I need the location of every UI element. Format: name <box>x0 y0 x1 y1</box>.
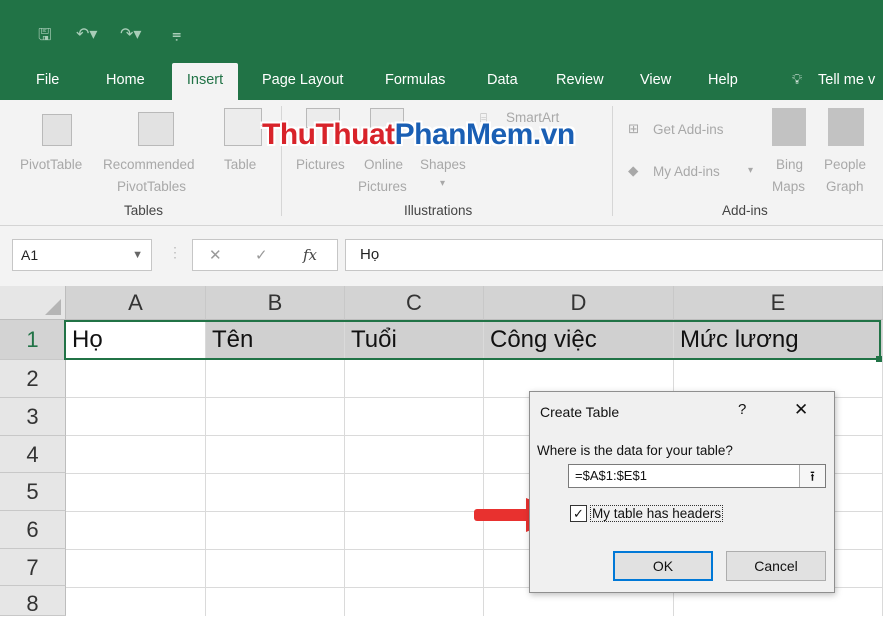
column-header-c[interactable]: C <box>345 286 484 320</box>
help-button[interactable]: ? <box>738 401 746 418</box>
formula-input[interactable]: Họ <box>345 239 883 271</box>
column-header-b[interactable]: B <box>206 286 345 320</box>
cancel-button[interactable]: Cancel <box>726 551 826 581</box>
bing-maps-button[interactable]: Bing <box>776 154 803 175</box>
enter-icon[interactable]: ✓ <box>255 246 268 264</box>
get-addins-icon[interactable]: ⊞ <box>628 119 639 140</box>
column-c-cells[interactable] <box>345 360 484 616</box>
watermark-part: Thu <box>262 118 316 151</box>
column-header-a[interactable]: A <box>66 286 206 320</box>
cell-e1[interactable]: Mức lương <box>674 320 883 360</box>
name-box-value: A1 <box>21 247 39 263</box>
row-header-5[interactable]: 5 <box>0 473 66 511</box>
watermark-part: Mem <box>466 118 533 151</box>
tab-data[interactable]: Data <box>481 60 524 100</box>
row-header-6[interactable]: 6 <box>0 511 66 549</box>
pivottable-button[interactable]: PivotTable <box>20 154 82 175</box>
title-bar: 🖫 ↶▾ ↷▾ ⩦ <box>0 0 883 60</box>
tab-view[interactable]: View <box>634 60 677 100</box>
has-headers-label[interactable]: My table has headers <box>590 505 724 522</box>
column-header-e[interactable]: E <box>674 286 883 320</box>
tab-file[interactable]: File <box>30 60 65 100</box>
people-graph-label: Graph <box>826 179 864 194</box>
tab-review[interactable]: Review <box>550 60 610 100</box>
people-graph-button[interactable]: People <box>824 154 866 175</box>
row-header-8[interactable]: 8 <box>0 586 66 616</box>
select-all-button[interactable] <box>0 286 66 320</box>
my-addins-dropdown-icon[interactable]: ▾ <box>748 160 753 181</box>
tab-help[interactable]: Help <box>702 60 744 100</box>
pivottable-icon[interactable] <box>42 114 72 146</box>
cell-c1[interactable]: Tuổi <box>345 320 484 360</box>
chevron-down-icon[interactable]: ▼ <box>132 240 143 270</box>
row-header-2[interactable]: 2 <box>0 360 66 398</box>
tab-insert[interactable]: Insert <box>172 63 238 100</box>
my-addins-icon[interactable]: ◆ <box>628 161 638 182</box>
watermark-part: Phan <box>394 118 467 151</box>
watermark-logo: ThuThuatPhanMem.vn <box>262 118 575 152</box>
column-a-cells[interactable] <box>66 360 206 616</box>
create-table-dialog: Create Table ? ✕ Where is the data for y… <box>529 391 835 593</box>
my-addins-button[interactable]: My Add-ins <box>653 161 720 182</box>
shapes-button[interactable]: Shapes <box>420 154 466 175</box>
tab-formulas[interactable]: Formulas <box>379 60 451 100</box>
redo-icon[interactable]: ↷▾ <box>120 24 141 43</box>
row-header-4[interactable]: 4 <box>0 436 66 473</box>
watermark-part: .vn <box>532 118 575 151</box>
formula-bar: A1 ▼ ⋮ ✕ ✓ fx Họ <box>0 226 883 286</box>
ok-button[interactable]: OK <box>613 551 713 581</box>
group-tables-label: Tables <box>124 203 164 218</box>
row-header-7[interactable]: 7 <box>0 549 66 586</box>
cell-d1[interactable]: Công việc <box>484 320 674 360</box>
insert-function-icon[interactable]: fx <box>303 246 317 264</box>
collapse-dialog-icon[interactable]: ⭱ <box>799 465 825 487</box>
people-graph-icon[interactable] <box>828 108 864 146</box>
tab-tell-me[interactable]: Tell me v <box>812 60 881 100</box>
recommended-pivottables-label: PivotTables <box>117 179 187 194</box>
data-range-prompt: Where is the data for your table? <box>537 443 733 458</box>
bing-maps-label: Maps <box>772 179 806 194</box>
group-separator <box>612 106 613 216</box>
watermark-part: Thuat <box>315 118 395 151</box>
table-icon[interactable] <box>224 108 262 146</box>
get-addins-button[interactable]: Get Add-ins <box>653 119 724 140</box>
cancel-icon[interactable]: ✕ <box>209 246 222 264</box>
column-header-d[interactable]: D <box>484 286 674 320</box>
name-box[interactable]: A1 ▼ <box>12 239 152 271</box>
select-all-icon <box>45 299 61 315</box>
close-icon[interactable]: ✕ <box>794 400 808 420</box>
cell-b1[interactable]: Tên <box>206 320 345 360</box>
tab-home[interactable]: Home <box>100 60 151 100</box>
group-illustrations-label: Illustrations <box>404 203 473 218</box>
lightbulb-icon[interactable]: 💡︎ <box>786 60 808 100</box>
formula-bar-splitter[interactable]: ⋮ <box>168 244 182 261</box>
table-button[interactable]: Table <box>224 154 256 175</box>
save-icon[interactable]: 🖫 <box>38 24 52 51</box>
cell-a1[interactable]: Họ <box>66 320 206 360</box>
dialog-title: Create Table <box>540 404 620 420</box>
group-addins-label: Add-ins <box>722 203 768 218</box>
recommended-pivottables-button[interactable]: Recommended <box>103 154 195 175</box>
bing-maps-icon[interactable] <box>772 108 806 146</box>
ribbon-tabs: File Home Insert Page Layout Formulas Da… <box>0 60 883 100</box>
tab-page-layout[interactable]: Page Layout <box>256 60 349 100</box>
formula-buttons: ✕ ✓ fx <box>192 239 338 271</box>
column-b-cells[interactable] <box>206 360 345 616</box>
pictures-button[interactable]: Pictures <box>296 154 345 175</box>
fill-handle[interactable] <box>876 356 882 362</box>
data-range-value: =$A$1:$E$1 <box>575 468 647 483</box>
undo-icon[interactable]: ↶▾ <box>76 24 97 43</box>
online-pictures-button[interactable]: Online <box>364 154 403 175</box>
online-pictures-label: Pictures <box>358 179 407 194</box>
data-range-input[interactable]: =$A$1:$E$1 ⭱ <box>568 464 826 488</box>
recommended-pivottables-icon[interactable] <box>138 112 174 146</box>
row-header-3[interactable]: 3 <box>0 398 66 436</box>
row-header-1[interactable]: 1 <box>0 320 66 360</box>
has-headers-checkbox[interactable]: ✓ <box>570 505 587 522</box>
customize-qat-icon[interactable]: ⩦ <box>172 24 181 44</box>
shapes-dropdown-icon[interactable]: ▾ <box>440 173 445 194</box>
